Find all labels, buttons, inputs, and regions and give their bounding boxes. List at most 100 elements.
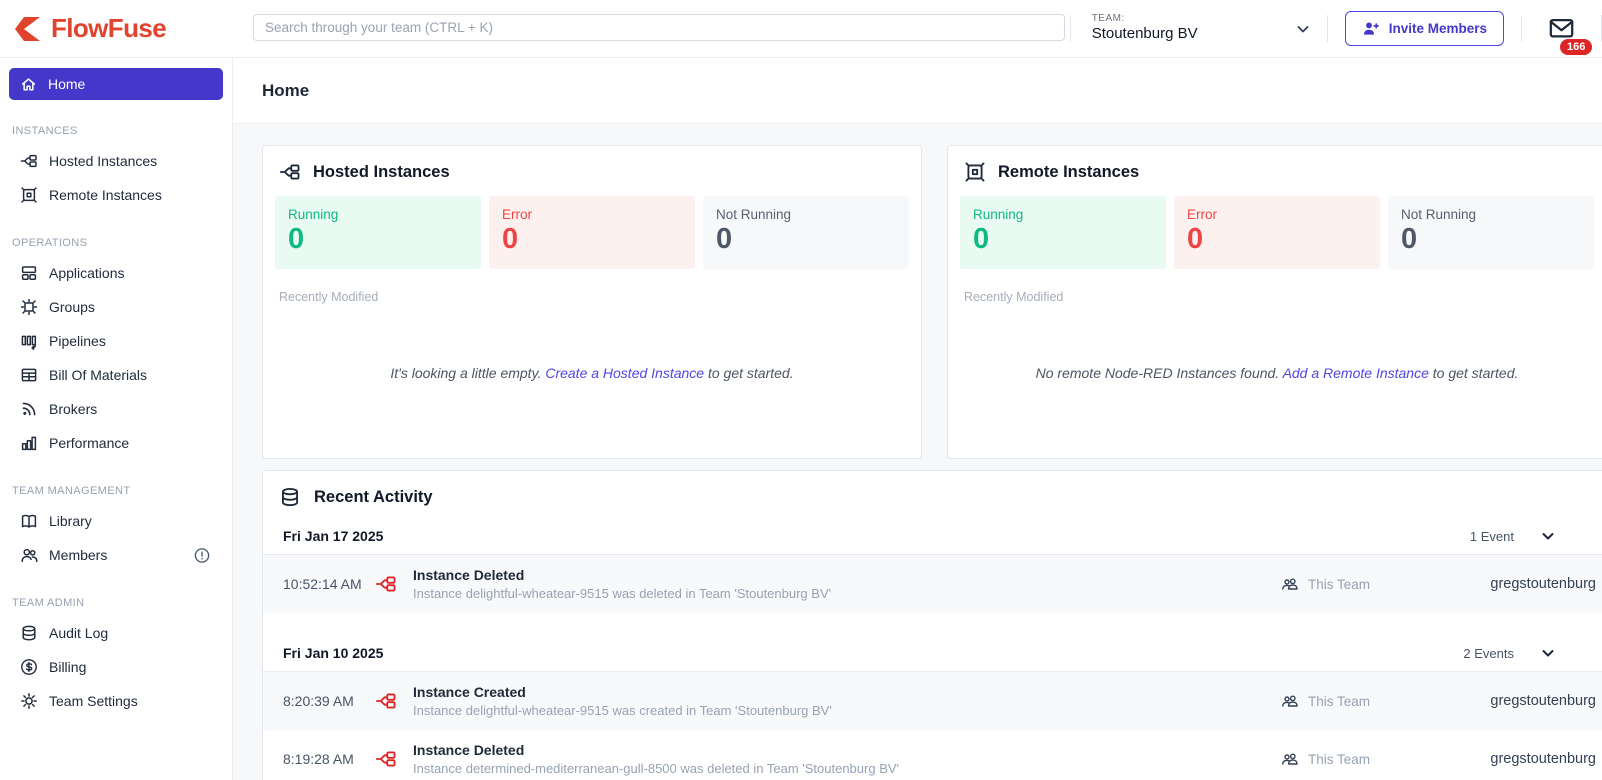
activity-group: Fri Jan 17 2025 1 Event 10:52:14 AM Inst… [263, 518, 1602, 613]
sidebar-item-brokers[interactable]: Brokers [0, 392, 232, 426]
hosted-empty-state: It's looking a little empty. Create a Ho… [263, 365, 921, 381]
stat-label: Not Running [716, 207, 792, 222]
sidebar-item-label: Hosted Instances [49, 153, 158, 169]
brokers-icon [20, 400, 38, 418]
applications-icon [20, 264, 38, 282]
stat-value: 0 [716, 223, 733, 255]
card-title: Remote Instances [998, 162, 1140, 181]
event-scope: This Team [1281, 575, 1370, 593]
sidebar-item-applications[interactable]: Applications [0, 256, 232, 290]
remote-running-stat: Running 0 [960, 196, 1166, 269]
empty-text: to get started. [704, 365, 794, 381]
instance-event-icon [375, 573, 397, 595]
event-time: 10:52:14 AM [283, 576, 362, 592]
sidebar-item-members[interactable]: Members [0, 538, 232, 572]
card-title: Hosted Instances [313, 162, 450, 181]
remote-error-stat: Error 0 [1174, 196, 1380, 269]
sidebar-item-audit-log[interactable]: Audit Log [0, 616, 232, 650]
stat-value: 0 [1401, 223, 1418, 255]
sidebar-item-pipelines[interactable]: Pipelines [0, 324, 232, 358]
hosted-running-stat: Running 0 [275, 196, 481, 269]
add-remote-instance-link[interactable]: Add a Remote Instance [1283, 365, 1429, 381]
remote-not-running-stat: Not Running 0 [1388, 196, 1594, 269]
activity-event-row: 8:19:28 AM Instance Deleted Instance det… [263, 730, 1602, 780]
top-bar: FlowFuse TEAM: Stoutenburg BV [0, 0, 1602, 58]
sidebar: Home INSTANCES Hosted Instances Remote I… [0, 58, 233, 780]
empty-text: It's looking a little empty. [390, 365, 546, 381]
recently-modified-label: Recently Modified [964, 290, 1064, 304]
event-title: Instance Created [413, 684, 526, 700]
event-count: 1 Event [1469, 528, 1514, 544]
remote-instances-card: Remote Instances Running 0 Error 0 Not R… [947, 145, 1602, 459]
sidebar-item-groups[interactable]: Groups [0, 290, 232, 324]
stat-value: 0 [502, 223, 519, 255]
team-name: Stoutenburg BV [1091, 25, 1198, 43]
team-selector[interactable]: TEAM: Stoutenburg BV [1071, 13, 1327, 44]
sidebar-item-library[interactable]: Library [0, 504, 232, 538]
members-alert-icon [193, 547, 211, 564]
sidebar-item-label: Applications [49, 265, 125, 281]
sidebar-item-home[interactable]: Home [9, 68, 223, 100]
activity-event-row: 10:52:14 AM Instance Deleted Instance de… [263, 555, 1602, 613]
sidebar-item-label: Performance [49, 435, 130, 451]
mail-icon [1548, 15, 1575, 42]
audit-log-icon [20, 624, 38, 642]
event-time: 8:19:28 AM [283, 751, 354, 767]
remote-instances-icon [964, 161, 986, 183]
event-description: Instance determined-mediterranean-gull-8… [413, 761, 900, 776]
empty-text: No remote Node-RED Instances found. [1035, 365, 1283, 381]
sidebar-item-remote-instances[interactable]: Remote Instances [0, 178, 232, 212]
sidebar-item-billing[interactable]: Billing [0, 650, 232, 684]
event-scope: This Team [1281, 750, 1370, 768]
invite-members-button[interactable]: Invite Members [1344, 11, 1504, 46]
sidebar-item-label: Library [49, 513, 92, 529]
event-scope: This Team [1281, 692, 1370, 710]
bill-of-materials-icon [20, 366, 38, 384]
groups-icon [20, 298, 38, 316]
activity-group: Fri Jan 10 2025 2 Events 8:20:39 AM Inst… [263, 635, 1602, 780]
sidebar-item-label: Groups [49, 299, 95, 315]
hosted-instances-icon [20, 152, 38, 170]
stat-label: Not Running [1401, 207, 1477, 222]
stat-value: 0 [288, 223, 305, 255]
hosted-instances-card: Hosted Instances Running 0 Error 0 Not R… [262, 145, 922, 459]
chevron-down-icon[interactable] [1540, 528, 1556, 544]
event-title: Instance Deleted [413, 567, 525, 583]
hosted-not-running-stat: Not Running 0 [703, 196, 909, 269]
pipelines-icon [20, 332, 38, 350]
event-scope-label: This Team [1307, 751, 1370, 767]
remote-empty-state: No remote Node-RED Instances found. Add … [948, 365, 1602, 381]
page-title: Home [233, 58, 1602, 124]
event-description: Instance delightful-wheatear-9515 was cr… [413, 703, 832, 718]
chevron-down-icon[interactable] [1295, 21, 1311, 37]
content: Hosted Instances Running 0 Error 0 Not R… [233, 124, 1602, 780]
activity-event-row: 8:20:39 AM Instance Created Instance del… [263, 672, 1602, 730]
flowfuse-logo-icon [12, 14, 42, 44]
sidebar-item-team-settings[interactable]: Team Settings [0, 684, 232, 718]
notifications-button[interactable]: 166 [1522, 15, 1601, 55]
invite-members-label: Invite Members [1388, 21, 1487, 36]
team-scope-icon [1281, 750, 1299, 768]
billing-icon [20, 658, 38, 676]
search-input[interactable] [253, 14, 1065, 41]
sidebar-item-performance[interactable]: Performance [0, 426, 232, 460]
stat-value: 0 [1187, 223, 1204, 255]
recently-modified-label: Recently Modified [279, 290, 379, 304]
sidebar-item-label: Members [49, 547, 108, 563]
create-hosted-instance-link[interactable]: Create a Hosted Instance [545, 365, 704, 381]
recent-activity-card: Recent Activity Fri Jan 17 2025 1 Event [262, 470, 1602, 780]
main-area: Home Hosted Instances Running 0 Error 0 … [233, 58, 1602, 780]
flowfuse-logo[interactable]: FlowFuse [12, 13, 167, 44]
event-time: 8:20:39 AM [283, 693, 354, 709]
chevron-down-icon[interactable] [1540, 645, 1556, 661]
activity-date: Fri Jan 10 2025 [283, 645, 384, 661]
members-icon [20, 546, 38, 564]
library-icon [20, 512, 38, 530]
top-bar-right: TEAM: Stoutenburg BV Invite Members 166 [1069, 0, 1602, 57]
sidebar-item-label: Bill Of Materials [49, 367, 148, 383]
event-count: 2 Events [1463, 645, 1514, 661]
sidebar-item-hosted-instances[interactable]: Hosted Instances [0, 144, 232, 178]
sidebar-item-bill-of-materials[interactable]: Bill Of Materials [0, 358, 232, 392]
activity-group-header[interactable]: Fri Jan 17 2025 1 Event [263, 518, 1602, 555]
activity-group-header[interactable]: Fri Jan 10 2025 2 Events [263, 635, 1602, 672]
